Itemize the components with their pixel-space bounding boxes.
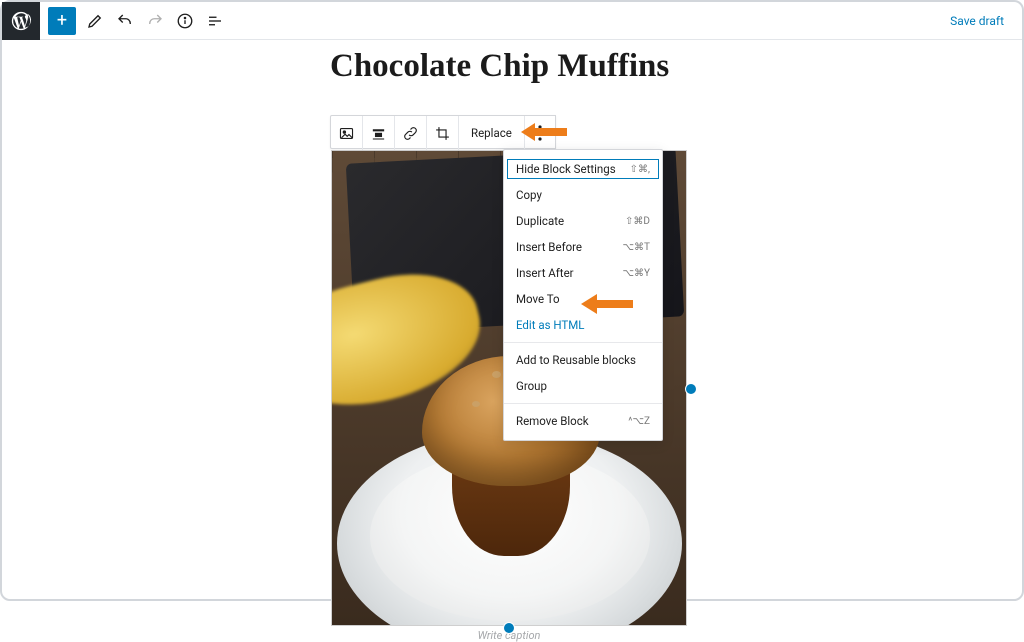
editor-canvas: Chocolate Chip Muffins Replace Hide Bloc…: [2, 40, 1022, 599]
annotation-arrow-more: [521, 121, 567, 143]
menu-group[interactable]: Group: [504, 373, 662, 399]
menu-item-label: Insert Before: [516, 240, 582, 254]
info-icon[interactable]: [171, 7, 199, 35]
menu-item-label: Move To: [516, 292, 560, 306]
menu-insert-before[interactable]: Insert Before ⌥⌘T: [504, 234, 662, 260]
menu-item-label: Add to Reusable blocks: [516, 353, 636, 367]
menu-duplicate[interactable]: Duplicate ⇧⌘D: [504, 208, 662, 234]
menu-item-label: Edit as HTML: [516, 318, 585, 332]
align-button[interactable]: [363, 116, 395, 150]
menu-item-shortcut: ⌥⌘Y: [622, 268, 650, 279]
replace-button[interactable]: Replace: [459, 116, 525, 150]
post-title[interactable]: Chocolate Chip Muffins: [330, 48, 669, 85]
link-button[interactable]: [395, 116, 427, 150]
add-block-button[interactable]: +: [48, 7, 76, 35]
menu-copy[interactable]: Copy: [504, 182, 662, 208]
menu-item-shortcut: ⌥⌘T: [623, 242, 651, 253]
resize-handle-bottom[interactable]: [503, 622, 515, 634]
menu-item-label: Insert After: [516, 266, 574, 280]
undo-icon[interactable]: [111, 7, 139, 35]
save-draft-link[interactable]: Save draft: [950, 14, 1004, 28]
editor-top-bar: + Save draft: [2, 2, 1022, 40]
annotation-arrow-edit-html: [581, 292, 633, 316]
menu-add-reusable[interactable]: Add to Reusable blocks: [504, 347, 662, 373]
menu-item-label: Copy: [516, 188, 542, 202]
redo-icon[interactable]: [141, 7, 169, 35]
image-block-icon[interactable]: [331, 116, 363, 150]
menu-remove-block[interactable]: Remove Block ^⌥Z: [504, 408, 662, 434]
menu-insert-after[interactable]: Insert After ⌥⌘Y: [504, 260, 662, 286]
menu-hide-block-settings[interactable]: Hide Block Settings ⇧⌘,: [504, 156, 662, 182]
wordpress-logo[interactable]: [2, 2, 40, 40]
menu-separator: [504, 342, 662, 343]
crop-button[interactable]: [427, 116, 459, 150]
menu-item-label: Hide Block Settings: [516, 162, 616, 176]
edit-icon[interactable]: [81, 7, 109, 35]
outline-icon[interactable]: [201, 7, 229, 35]
resize-handle-right[interactable]: [685, 383, 697, 395]
menu-item-label: Remove Block: [516, 414, 589, 428]
menu-item-label: Duplicate: [516, 214, 564, 228]
menu-separator: [504, 403, 662, 404]
menu-item-label: Group: [516, 379, 547, 393]
menu-item-shortcut: ⇧⌘D: [625, 216, 650, 227]
menu-item-shortcut: ^⌥Z: [628, 416, 650, 427]
menu-item-shortcut: ⇧⌘,: [630, 164, 650, 175]
